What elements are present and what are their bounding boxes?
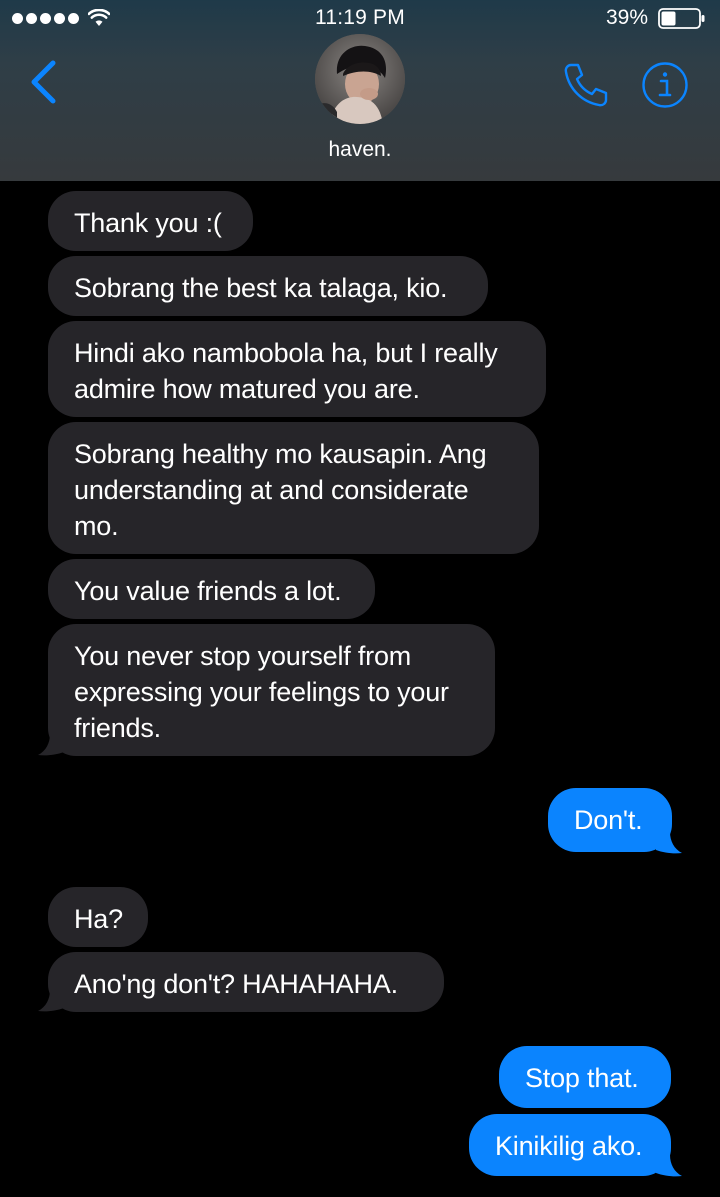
- incoming-message-bubble[interactable]: Sobrang the best ka talaga, kio.: [48, 256, 488, 316]
- avatar-photo: [315, 34, 405, 124]
- outgoing-message-bubble[interactable]: Stop that.: [499, 1046, 671, 1108]
- chevron-left-icon[interactable]: [28, 60, 58, 104]
- battery-icon: [658, 8, 705, 29]
- incoming-bubble-tail: [38, 990, 64, 1012]
- phone-icon[interactable]: [562, 61, 610, 109]
- incoming-bubble-tail: [38, 734, 64, 756]
- contact-name[interactable]: haven.: [0, 138, 720, 162]
- incoming-message-bubble[interactable]: You value friends a lot.: [48, 559, 375, 619]
- contact-avatar[interactable]: [315, 34, 405, 124]
- outgoing-message-bubble[interactable]: Don't.: [548, 788, 672, 852]
- incoming-message-bubble[interactable]: Ano'ng don't? HAHAHAHA.: [48, 952, 444, 1012]
- incoming-message-bubble[interactable]: Ha?: [48, 887, 148, 947]
- outgoing-bubble-tail: [656, 1155, 682, 1177]
- status-bar: 11:19 PM 39%: [0, 0, 720, 36]
- incoming-message-bubble[interactable]: Hindi ako nambobola ha, but I really adm…: [48, 321, 546, 417]
- incoming-message-bubble[interactable]: Sobrang healthy mo kausapin. Ang underst…: [48, 422, 539, 554]
- battery-percentage: 39%: [605, 6, 648, 29]
- outgoing-message-bubble[interactable]: Kinikilig ako.: [469, 1114, 671, 1176]
- incoming-message-bubble[interactable]: Thank you :(: [48, 191, 253, 251]
- outgoing-bubble-tail: [656, 832, 682, 854]
- incoming-message-bubble[interactable]: You never stop yourself from expressing …: [48, 624, 495, 756]
- info-icon[interactable]: [641, 61, 689, 109]
- conversation-header: 11:19 PM 39% haven.: [0, 0, 720, 181]
